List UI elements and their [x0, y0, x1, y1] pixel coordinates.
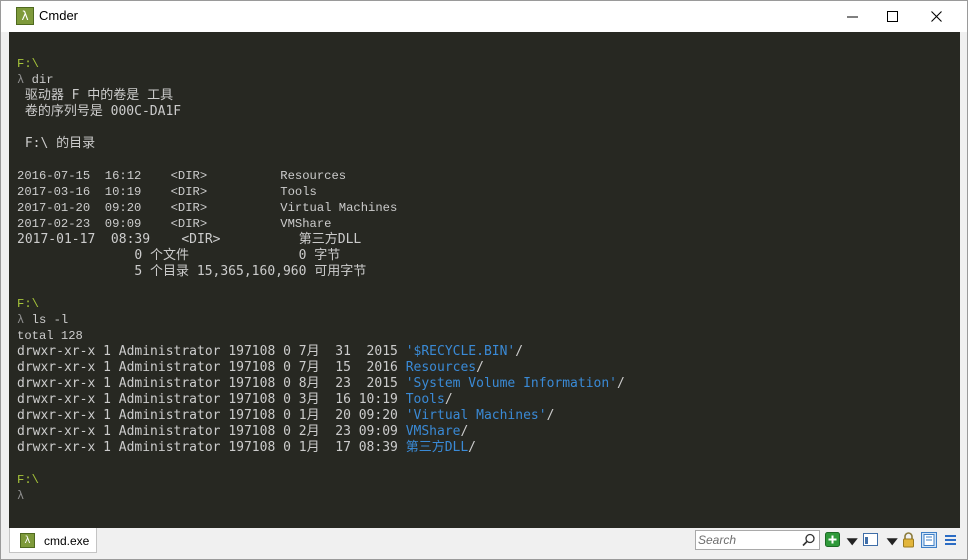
window-title: Cmder [39, 8, 79, 23]
terminal-text: / [460, 424, 469, 439]
terminal-line: 驱动器 F 中的卷是 工具 [17, 88, 173, 104]
terminal-text: 驱动器 F 中的卷是 工具 [17, 88, 174, 103]
terminal-text: 0 个文件 0 字节 [17, 248, 341, 263]
terminal-line: F:\ 的目录 [17, 136, 95, 152]
plus-icon[interactable] [825, 532, 841, 548]
terminal-line: λ dir [17, 72, 54, 88]
terminal-line: drwxr-xr-x 1 Administrator 197108 0 7月 3… [17, 344, 523, 360]
terminal-text: / [468, 440, 476, 455]
terminal-line: F:\ [17, 56, 39, 72]
lock-icon[interactable] [901, 532, 917, 548]
terminal-line: 5 个目录 15,365,160,960 可用字节 [17, 264, 366, 280]
prompt-path: F:\ [17, 297, 39, 311]
chevron-down-icon[interactable] [885, 535, 901, 551]
directory-name: 第三方DLL [405, 440, 469, 455]
terminal-line: drwxr-xr-x 1 Administrator 197108 0 1月 2… [17, 408, 554, 424]
directory-name: Resources [405, 360, 477, 375]
terminal-line: 2017-01-17 08:39 <DIR> 第三方DLL [17, 232, 361, 248]
terminal-text: drwxr-xr-x 1 Administrator 197108 0 2月 2… [17, 424, 406, 439]
terminal-line: 卷的序列号是 000C-DA1F [17, 104, 181, 120]
chevron-down-icon[interactable] [845, 535, 861, 551]
terminal-line: 2017-01-20 09:20 <DIR> Virtual Machines [17, 200, 397, 216]
prompt-path: F:\ [17, 473, 39, 487]
lambda-icon[interactable]: λ [16, 7, 34, 25]
tab-cmd-exe[interactable]: λ cmd.exe [9, 528, 97, 553]
search-input[interactable] [698, 532, 798, 548]
terminal-line: 2017-03-16 10:19 <DIR> Tools [17, 184, 317, 200]
terminal-line: 2017-02-23 09:09 <DIR> VMShare [17, 216, 332, 232]
terminal-line: F:\ [17, 472, 39, 488]
cmder-window: λ Cmder F:\ λ dir 驱动器 F 中的卷是 工具 卷的序列号是 00… [0, 0, 968, 560]
terminal-text: drwxr-xr-x 1 Administrator 197108 0 7月 3… [17, 344, 406, 359]
split-view-icon[interactable] [921, 532, 937, 548]
lambda-icon: λ [20, 533, 35, 548]
prompt-lambda: λ [17, 489, 25, 503]
title-bar[interactable]: λ Cmder [1, 1, 967, 32]
search-icon[interactable] [802, 533, 816, 547]
close-button[interactable] [913, 1, 959, 32]
terminal-console[interactable]: F:\ λ dir 驱动器 F 中的卷是 工具 卷的序列号是 000C-DA1F … [9, 32, 960, 528]
maximize-icon [887, 11, 898, 22]
hamburger-menu-icon[interactable] [943, 532, 959, 548]
terminal-text: dir [31, 73, 54, 87]
terminal-text: 5 个目录 15,365,160,960 可用字节 [17, 264, 367, 279]
terminal-text: drwxr-xr-x 1 Administrator 197108 0 8月 2… [17, 376, 406, 391]
terminal-text: / [515, 344, 524, 359]
terminal-text: / [546, 408, 555, 423]
terminal-text: 2017-02-23 09:09 <DIR> VMShare [17, 217, 332, 231]
terminal-line: drwxr-xr-x 1 Administrator 197108 0 1月 1… [17, 440, 476, 456]
terminal-line: drwxr-xr-x 1 Administrator 197108 0 8月 2… [17, 376, 625, 392]
terminal-text: 2017-03-16 10:19 <DIR> Tools [17, 185, 317, 199]
prompt-path: F:\ [17, 57, 39, 71]
terminal-text: drwxr-xr-x 1 Administrator 197108 0 1月 2… [17, 408, 406, 423]
search-box[interactable] [695, 530, 820, 550]
status-bar: λ cmd.exe [9, 528, 960, 553]
terminal-line: drwxr-xr-x 1 Administrator 197108 0 7月 1… [17, 360, 484, 376]
layout-icon[interactable] [863, 532, 879, 548]
terminal-text: drwxr-xr-x 1 Administrator 197108 0 3月 1… [17, 392, 406, 407]
directory-name: Tools [405, 392, 445, 407]
terminal-text: 2017-01-20 09:20 <DIR> Virtual Machines [17, 201, 398, 215]
terminal-text: / [444, 392, 453, 407]
directory-name: '$RECYCLE.BIN' [405, 344, 516, 359]
terminal-line: 2016-07-15 16:12 <DIR> Resources [17, 168, 346, 184]
tab-label: cmd.exe [44, 534, 90, 548]
terminal-text: 2016-07-15 16:12 <DIR> Resources [17, 169, 347, 183]
terminal-text: ls -l [31, 313, 69, 327]
terminal-line: λ [17, 488, 24, 504]
terminal-text: / [476, 360, 484, 375]
minimize-icon [847, 16, 858, 18]
directory-name: 'Virtual Machines' [405, 408, 547, 423]
terminal-line: drwxr-xr-x 1 Administrator 197108 0 2月 2… [17, 424, 468, 440]
directory-name: VMShare [405, 424, 461, 439]
prompt-lambda: λ [17, 313, 32, 327]
terminal-line: 0 个文件 0 字节 [17, 248, 340, 264]
terminal-text: 卷的序列号是 000C-DA1F [17, 104, 182, 119]
terminal-line: drwxr-xr-x 1 Administrator 197108 0 3月 1… [17, 392, 453, 408]
terminal-text: drwxr-xr-x 1 Administrator 197108 0 7月 1… [17, 360, 406, 375]
directory-name: 'System Volume Information' [405, 376, 618, 391]
terminal-line: F:\ [17, 296, 39, 312]
terminal-text: F:\ 的目录 [17, 136, 96, 151]
prompt-lambda: λ [17, 73, 32, 87]
terminal-line: λ ls -l [17, 312, 68, 328]
terminal-text: total 128 [17, 329, 83, 343]
terminal-text: / [617, 376, 625, 391]
terminal-line: total 128 [17, 328, 83, 344]
terminal-text: 2017-01-17 08:39 <DIR> 第三方DLL [17, 232, 362, 247]
terminal-text: drwxr-xr-x 1 Administrator 197108 0 1月 1… [17, 440, 406, 455]
close-icon [931, 11, 942, 22]
maximize-button[interactable] [869, 1, 915, 32]
